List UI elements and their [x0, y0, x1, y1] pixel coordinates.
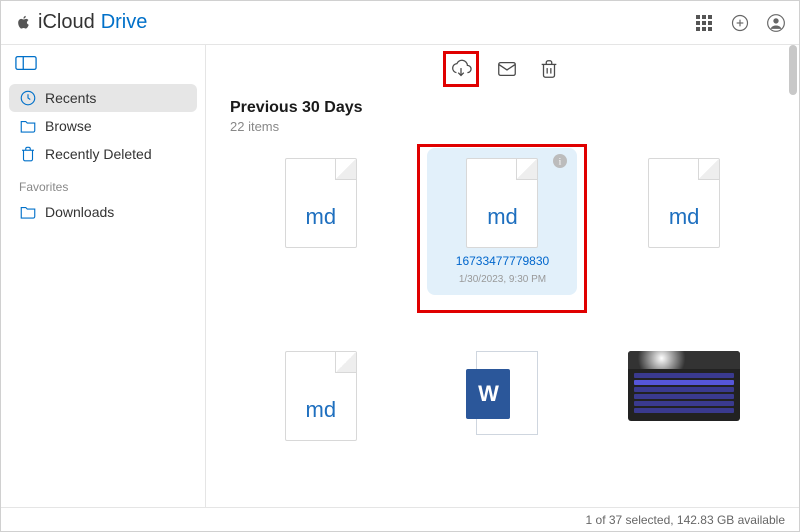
sidebar-item-recents[interactable]: Recents — [9, 84, 197, 112]
file-type-icon: md — [285, 351, 357, 441]
apple-logo-icon — [15, 14, 32, 31]
svg-text:i: i — [559, 157, 562, 168]
main: Previous 30 Days 22 items md i md — [206, 45, 799, 507]
annotation-highlight — [443, 51, 479, 87]
add-icon[interactable] — [729, 12, 751, 34]
section-header: Previous 30 Days 22 items — [230, 99, 775, 134]
file-item[interactable]: md — [246, 341, 396, 451]
delete-button[interactable] — [535, 55, 563, 83]
trash-icon — [19, 145, 37, 163]
clock-icon — [19, 89, 37, 107]
mail-button[interactable] — [493, 55, 521, 83]
header: iCloud Drive — [1, 1, 799, 45]
word-doc-icon: W — [466, 351, 538, 441]
file-type-icon: md — [285, 158, 357, 248]
account-icon[interactable] — [765, 12, 787, 34]
sidebar-item-recently-deleted[interactable]: Recently Deleted — [9, 140, 197, 168]
file-item[interactable]: W — [427, 341, 577, 451]
file-grid: md i md 16733477779830 1/30/2023, 9:30 P… — [230, 148, 775, 451]
status-text: 1 of 37 selected, 142.83 GB available — [586, 513, 785, 527]
file-item[interactable] — [609, 341, 759, 451]
scrollbar[interactable] — [789, 45, 797, 95]
sidebar-item-label: Downloads — [45, 204, 114, 220]
file-meta: 1/30/2023, 9:30 PM — [459, 274, 546, 285]
section-count: 22 items — [230, 119, 775, 134]
folder-icon — [19, 117, 37, 135]
download-button[interactable] — [447, 55, 475, 83]
trash-icon — [538, 58, 560, 80]
file-name: 16733477779830 — [456, 254, 549, 268]
file-type-icon: md — [648, 158, 720, 248]
sidebar: Recents Browse Recently Deleted Favorite… — [1, 45, 206, 507]
file-item[interactable]: md — [609, 148, 759, 295]
sidebar-item-label: Recents — [45, 90, 96, 106]
cloud-download-icon — [450, 58, 472, 80]
brand-text-1: iCloud — [38, 11, 95, 34]
status-bar: 1 of 37 selected, 142.83 GB available — [1, 507, 799, 531]
header-actions — [693, 12, 787, 34]
favorites-label: Favorites — [19, 180, 197, 194]
brand[interactable]: iCloud Drive — [15, 11, 147, 34]
folder-icon — [19, 203, 37, 221]
image-thumbnail — [628, 351, 740, 421]
file-grid-area: Previous 30 Days 22 items md i md — [206, 93, 799, 507]
toolbar — [206, 45, 799, 93]
sidebar-item-label: Recently Deleted — [45, 146, 152, 162]
brand-text-2: Drive — [101, 11, 148, 34]
sidebar-item-downloads[interactable]: Downloads — [9, 198, 197, 226]
file-type-icon: md — [466, 158, 538, 248]
apps-grid-icon[interactable] — [693, 12, 715, 34]
envelope-icon — [496, 58, 518, 80]
sidebar-item-browse[interactable]: Browse — [9, 112, 197, 140]
file-item[interactable]: md — [246, 148, 396, 295]
sidebar-toggle-icon[interactable] — [15, 55, 197, 76]
sidebar-item-label: Browse — [45, 118, 92, 134]
info-icon[interactable]: i — [553, 154, 567, 168]
file-item-selected[interactable]: i md 16733477779830 1/30/2023, 9:30 PM — [427, 148, 577, 295]
section-title: Previous 30 Days — [230, 99, 775, 117]
